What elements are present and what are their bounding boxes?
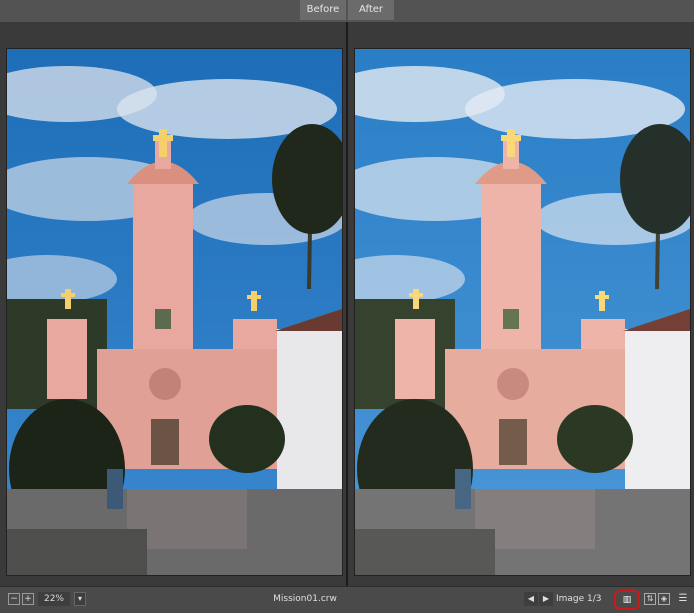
split-view-icon: ▥ [622,595,632,605]
triangle-right-icon: ▶ [542,594,550,603]
zoom-level-field[interactable]: 22% [38,592,70,606]
tab-before[interactable]: Before [300,0,346,20]
minus-icon: − [10,594,18,604]
before-image[interactable] [6,48,343,576]
swap-views-button[interactable]: ⇅ [644,593,656,605]
zoom-in-button[interactable]: + [22,593,34,605]
status-bar: − + 22% ▾ Mission01.crw ◀ ▶ Image 1/3 ▥ … [0,586,694,613]
plus-icon: + [24,594,32,604]
view-header: Before After [0,0,694,22]
image-count-label: Image 1/3 [556,594,602,604]
adjustments-button[interactable]: ☰ [676,593,690,605]
swap-icon: ⇅ [646,594,654,603]
fit-view-button[interactable]: ◈ [658,593,670,605]
next-image-button[interactable]: ▶ [539,592,553,606]
after-image[interactable] [354,48,691,576]
after-pane [348,22,694,586]
zoom-out-button[interactable]: − [8,593,20,605]
sliders-icon: ☰ [678,593,688,604]
zoom-dropdown-button[interactable]: ▾ [74,592,86,606]
triangle-left-icon: ◀ [527,594,535,603]
fit-icon: ◈ [660,594,668,603]
tab-after[interactable]: After [348,0,394,20]
chevron-down-icon: ▾ [77,594,82,603]
before-after-toggle-button[interactable]: ▥ [614,590,640,610]
filename-label: Mission01.crw [273,594,337,604]
before-pane [0,22,346,586]
previous-image-button[interactable]: ◀ [524,592,538,606]
